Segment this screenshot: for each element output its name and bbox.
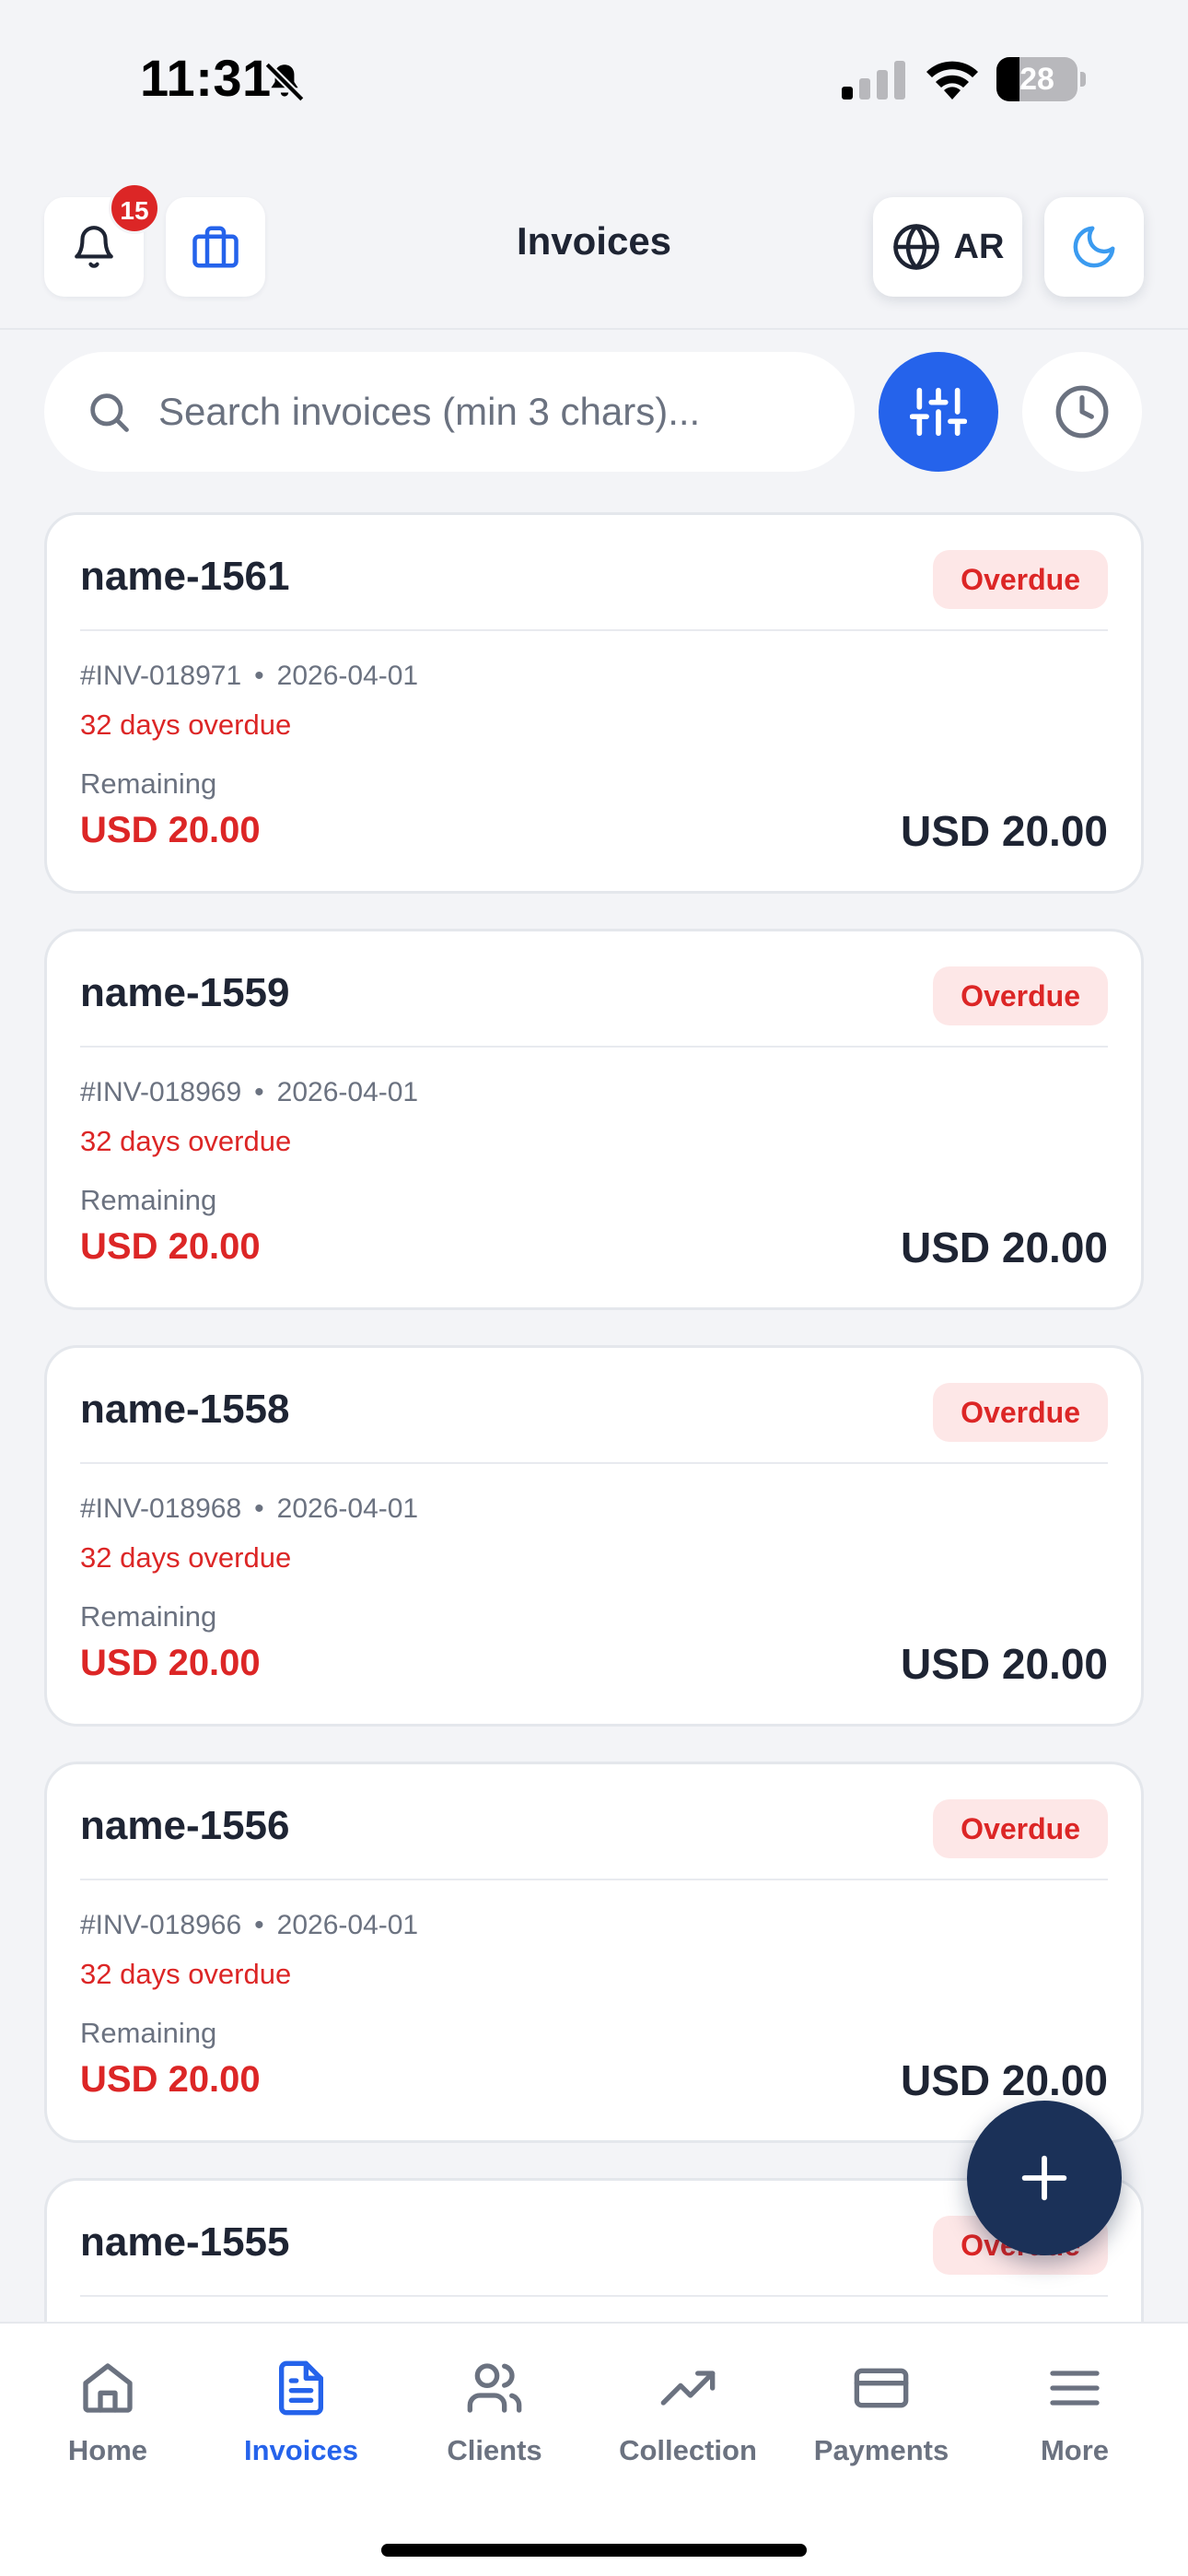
page-title: Invoices (516, 219, 672, 263)
remaining-label: Remaining (80, 2017, 217, 2049)
battery-icon: 28 (996, 57, 1086, 101)
filter-button[interactable] (879, 352, 998, 472)
home-icon (83, 2363, 133, 2413)
invoice-amount: USD 20.00 (900, 1640, 1108, 1688)
invoice-date: 2026-04-01 (276, 1493, 419, 1524)
divider (80, 1462, 1108, 1464)
tab-label: Payments (813, 2434, 949, 2466)
overdue-text: 32 days overdue (80, 1541, 292, 1574)
invoice-number: #INV-018969 (80, 1077, 242, 1107)
status-time: 11:31 (140, 49, 272, 107)
language-button[interactable]: AR (873, 197, 1022, 297)
separator-dot: • (254, 1493, 264, 1524)
wifi-icon (926, 61, 978, 100)
invoice-card[interactable]: name-1561 Overdue #INV-018971 • 2026-04-01… (44, 512, 1144, 894)
tab-more[interactable]: More (978, 2359, 1171, 2497)
invoice-number: #INV-018968 (80, 1493, 242, 1524)
theme-toggle-button[interactable] (1044, 197, 1144, 297)
sliders-icon (910, 387, 967, 437)
tab-label: Clients (447, 2434, 542, 2466)
clock-icon (1055, 385, 1109, 439)
search-input[interactable] (158, 390, 821, 434)
invoice-meta: #INV-018971 • 2026-04-01 (80, 661, 418, 692)
briefcase-icon (192, 226, 239, 268)
search-bar (44, 352, 855, 472)
search-icon (90, 393, 129, 432)
invoice-card[interactable]: name-1558 Overdue #INV-018968 • 2026-04-01… (44, 1345, 1144, 1727)
overdue-text: 32 days overdue (80, 708, 292, 741)
tab-label: Invoices (243, 2434, 359, 2466)
tab-label: Collection (619, 2434, 757, 2466)
divider (80, 1879, 1108, 1880)
home-indicator[interactable] (381, 2544, 807, 2557)
history-button[interactable] (1022, 352, 1142, 472)
client-name: name-1559 (80, 970, 290, 1015)
tab-payments[interactable]: Payments (785, 2359, 978, 2497)
bottom-tab-bar: Home Invoices Clients Collection Payment… (0, 2322, 1188, 2576)
status-badge: Overdue (933, 966, 1108, 1025)
remaining-amount: USD 20.00 (80, 810, 261, 850)
battery-level: 28 (1019, 62, 1054, 97)
invoice-date: 2026-04-01 (276, 1910, 419, 1940)
separator-dot: • (254, 661, 264, 691)
divider (80, 1046, 1108, 1048)
invoice-list: name-1561 Overdue #INV-018971 • 2026-04-01… (44, 512, 1144, 2322)
remaining-label: Remaining (80, 1184, 217, 1216)
add-invoice-button[interactable] (967, 2101, 1122, 2255)
globe-icon (892, 224, 939, 270)
plus-icon (1021, 2155, 1067, 2201)
invoice-card[interactable]: name-1556 Overdue #INV-018966 • 2026-04-01… (44, 1762, 1144, 2143)
remaining-label: Remaining (80, 1600, 217, 1633)
invoice-amount: USD 20.00 (900, 2056, 1108, 2104)
divider (80, 2295, 1108, 2297)
notification-badge: 15 (109, 182, 160, 234)
status-badge: Overdue (933, 550, 1108, 609)
status-badge: Overdue (933, 1383, 1108, 1442)
app-header: 15 Invoices AR (0, 175, 1188, 330)
invoice-meta: #INV-018969 • 2026-04-01 (80, 1077, 418, 1108)
remaining-amount: USD 20.00 (80, 2059, 261, 2100)
briefcase-button[interactable] (166, 197, 265, 297)
remaining-amount: USD 20.00 (80, 1226, 261, 1267)
tab-label: Home (67, 2434, 148, 2466)
trending-up-icon (660, 2371, 716, 2406)
tab-clients[interactable]: Clients (398, 2359, 591, 2497)
remaining-amount: USD 20.00 (80, 1643, 261, 1683)
client-name: name-1555 (80, 2219, 290, 2265)
tab-invoices[interactable]: Invoices (204, 2359, 398, 2497)
client-name: name-1558 (80, 1387, 290, 1432)
moon-icon (1073, 226, 1115, 268)
overdue-text: 32 days overdue (80, 1958, 292, 1990)
invoice-date: 2026-04-01 (276, 661, 419, 691)
language-label: AR (953, 227, 1005, 266)
tab-home[interactable]: Home (11, 2359, 204, 2497)
invoice-meta: #INV-018966 • 2026-04-01 (80, 1910, 418, 1941)
invoice-number: #INV-018966 (80, 1910, 242, 1940)
invoice-number: #INV-018971 (80, 661, 242, 691)
divider (80, 629, 1108, 631)
cellular-signal-icon (842, 61, 905, 100)
document-icon (279, 2360, 323, 2416)
overdue-text: 32 days overdue (80, 1125, 292, 1157)
users-icon (467, 2363, 522, 2413)
invoice-date: 2026-04-01 (276, 1077, 419, 1107)
bell-icon (75, 226, 113, 268)
tab-collection[interactable]: Collection (591, 2359, 785, 2497)
status-badge: Overdue (933, 1799, 1108, 1858)
separator-dot: • (254, 1910, 264, 1940)
tab-label: More (1040, 2434, 1110, 2466)
client-name: name-1561 (80, 554, 290, 599)
remaining-label: Remaining (80, 767, 217, 800)
menu-icon (1050, 2371, 1100, 2406)
client-name: name-1556 (80, 1803, 290, 1848)
invoice-card[interactable]: name-1559 Overdue #INV-018969 • 2026-04-01… (44, 929, 1144, 1310)
separator-dot: • (254, 1077, 264, 1107)
invoice-amount: USD 20.00 (900, 807, 1108, 855)
credit-card-icon (854, 2368, 909, 2408)
invoice-amount: USD 20.00 (900, 1224, 1108, 1271)
invoice-meta: #INV-018968 • 2026-04-01 (80, 1493, 418, 1525)
status-bar: 11:31 28 (0, 0, 1188, 157)
bell-slash-icon (264, 62, 305, 102)
